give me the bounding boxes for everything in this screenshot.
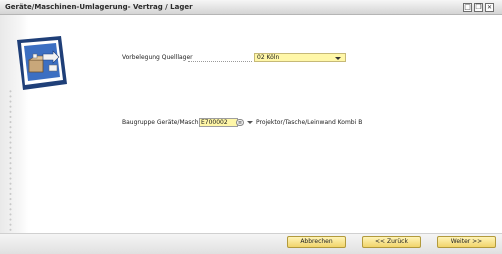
source-warehouse-label: Vorbelegung Quelllager	[122, 54, 193, 61]
group-input[interactable]: E700002	[199, 118, 238, 127]
group-label: Baugruppe Geräte/Masch	[122, 119, 199, 126]
chevron-down-icon[interactable]	[335, 57, 341, 60]
maximize-button[interactable]: □	[463, 3, 472, 12]
next-button[interactable]: Weiter >>	[437, 236, 496, 248]
title-bar: Geräte/Maschinen-Umlagerung- Vertrag / L…	[0, 0, 502, 15]
restore-button[interactable]: ❐	[474, 3, 483, 12]
source-warehouse-value: 02 Köln	[257, 54, 280, 61]
chevron-down-icon[interactable]	[247, 121, 253, 124]
window-title: Geräte/Maschinen-Umlagerung- Vertrag / L…	[5, 3, 193, 11]
lookup-icon[interactable]: ≡	[236, 119, 244, 126]
back-button[interactable]: << Zurück	[362, 236, 421, 248]
source-dotline	[188, 61, 252, 62]
source-warehouse-select[interactable]: 02 Köln	[254, 53, 346, 62]
close-button[interactable]: ✕	[485, 3, 494, 12]
button-bar	[0, 233, 502, 254]
wizard-body	[0, 15, 502, 254]
cancel-button[interactable]: Abbrechen	[287, 236, 346, 248]
wizard-logo-icon	[17, 36, 67, 90]
group-description: Projektor/Tasche/Leinwand Kombi B	[256, 119, 363, 126]
